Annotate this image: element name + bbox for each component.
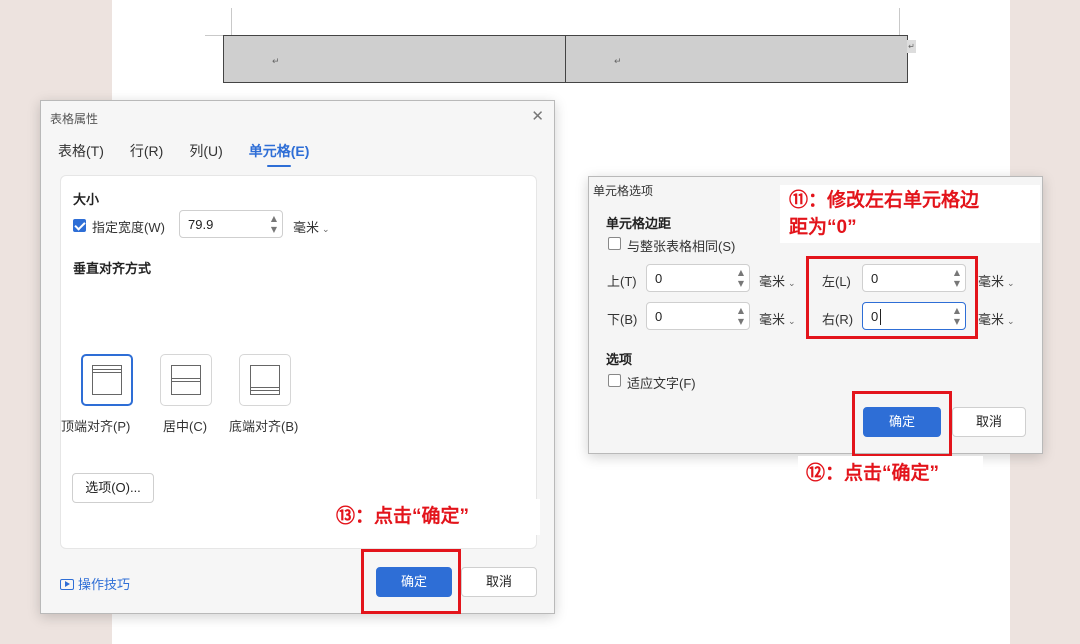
chevron-down-icon: ⌄	[788, 317, 796, 327]
bottom-margin-value: 0	[655, 309, 663, 324]
table-cell[interactable]: ↵	[566, 36, 907, 82]
align-bottom-button[interactable]	[239, 354, 291, 406]
cell-margins-section-title: 单元格边距	[606, 216, 672, 231]
paragraph-mark: ↵	[272, 57, 280, 67]
align-bottom-label: 底端对齐(B)	[229, 419, 299, 434]
ok-button-highlight	[361, 549, 461, 614]
decrement-icon[interactable]: ▼	[271, 225, 277, 234]
step-12-annotation: ⑫：点击“确定”	[806, 463, 940, 484]
dialog-title: 单元格选项	[593, 184, 654, 198]
width-input[interactable]: 79.9 ▲ ▼	[179, 210, 283, 238]
right-unit-dropdown[interactable]: 毫米 ⌄	[978, 309, 1015, 328]
unit-label: 毫米	[293, 220, 320, 235]
top-margin-label: 上(T)	[607, 274, 637, 289]
bottom-margin-input[interactable]: 0 ▲ ▼	[646, 302, 750, 330]
align-top-icon	[92, 365, 122, 395]
align-top-button[interactable]	[81, 354, 133, 406]
tips-label: 操作技巧	[78, 577, 131, 592]
step-13-annotation: ⑬：点击“确定”	[336, 506, 470, 527]
align-top-label: 顶端对齐(P)	[61, 419, 131, 434]
increment-icon[interactable]: ▲	[271, 214, 277, 223]
unit-label: 毫米	[978, 312, 1005, 327]
same-as-table-checkbox[interactable]	[608, 237, 621, 250]
tab-cell[interactable]: 单元格(E)	[249, 141, 309, 167]
tab-bar: 表格(T) 行(R) 列(U) 单元格(E)	[58, 141, 335, 167]
cancel-button[interactable]: 取消	[952, 407, 1026, 437]
size-section-title: 大小	[73, 192, 100, 207]
chevron-down-icon: ⌄	[788, 279, 796, 289]
decrement-icon[interactable]: ▼	[738, 279, 744, 288]
chevron-down-icon: ⌄	[1007, 317, 1015, 327]
width-unit-dropdown[interactable]: 毫米 ⌄	[293, 217, 330, 236]
fit-text-checkbox[interactable]	[608, 374, 621, 387]
align-center-icon	[171, 365, 201, 395]
width-value: 79.9	[188, 217, 214, 232]
align-center-button[interactable]	[160, 354, 212, 406]
table-cell[interactable]: ↵	[224, 36, 566, 82]
tab-table[interactable]: 表格(T)	[58, 141, 104, 167]
tab-column[interactable]: 列(U)	[189, 141, 222, 167]
paragraph-mark: ↵	[614, 57, 622, 67]
vertical-align-section-title: 垂直对齐方式	[73, 261, 152, 276]
bottom-unit-dropdown[interactable]: 毫米 ⌄	[759, 309, 796, 328]
align-bottom-icon	[250, 365, 280, 395]
unit-label: 毫米	[759, 312, 786, 327]
cancel-button[interactable]: 取消	[461, 567, 537, 597]
unit-label: 毫米	[978, 274, 1005, 289]
left-right-margin-highlight	[806, 256, 978, 339]
top-unit-dropdown[interactable]: 毫米 ⌄	[759, 271, 796, 290]
document-table[interactable]: ↵ ↵	[223, 35, 908, 83]
chevron-down-icon: ⌄	[1007, 279, 1015, 289]
options-button[interactable]: 选项(O)...	[72, 473, 154, 503]
left-unit-dropdown[interactable]: 毫米 ⌄	[978, 271, 1015, 290]
fit-text-label: 适应文字(F)	[627, 376, 696, 391]
same-as-table-label: 与整张表格相同(S)	[627, 239, 736, 254]
page-margin-left	[231, 8, 232, 36]
increment-icon[interactable]: ▲	[738, 268, 744, 277]
ok-button-highlight	[852, 391, 952, 457]
align-center-label: 居中(C)	[163, 419, 208, 434]
step-11-annotation-line-2: 距为“0”	[789, 217, 857, 238]
page-margin-right	[899, 8, 900, 36]
cell-tab-panel: 大小 指定宽度(W) 79.9 ▲ ▼ 毫米 ⌄ 垂直对齐方式 顶端对齐(P) …	[60, 175, 537, 549]
specify-width-label: 指定宽度(W)	[92, 220, 165, 235]
unit-label: 毫米	[759, 274, 786, 289]
specify-width-checkbox[interactable]	[73, 219, 86, 232]
close-icon[interactable]: ✕	[531, 107, 544, 125]
row-end-mark: ↵	[907, 40, 916, 53]
top-margin-input[interactable]: 0 ▲ ▼	[646, 264, 750, 292]
options-section-title: 选项	[606, 352, 633, 367]
bottom-margin-label: 下(B)	[607, 312, 638, 327]
dialog-title: 表格属性	[50, 112, 99, 126]
top-margin-value: 0	[655, 271, 663, 286]
table-properties-dialog: 表格属性 ✕ 表格(T) 行(R) 列(U) 单元格(E) 大小 指定宽度(W)…	[40, 100, 555, 614]
decrement-icon[interactable]: ▼	[738, 317, 744, 326]
tips-link[interactable]: 操作技巧	[60, 574, 130, 593]
increment-icon[interactable]: ▲	[738, 306, 744, 315]
step-11-annotation-line-1: ⑪：修改左右单元格边	[789, 190, 980, 211]
chevron-down-icon: ⌄	[322, 225, 330, 235]
video-play-icon	[60, 579, 74, 590]
tab-row[interactable]: 行(R)	[130, 141, 163, 167]
